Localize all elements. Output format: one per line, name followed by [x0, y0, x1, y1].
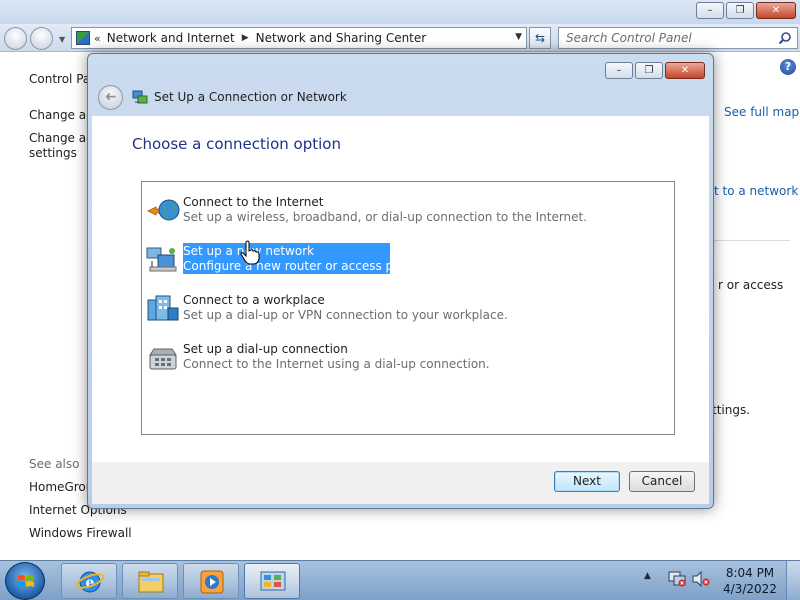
setup-connection-dialog: – ❐ ✕ ➜ Set Up a Connection or Network C…: [87, 53, 714, 509]
clock[interactable]: 8:04 PM 4/3/2022: [722, 565, 778, 597]
windows-explorer-icon: [138, 571, 164, 593]
control-panel-home-link[interactable]: Control Pa: [29, 72, 90, 86]
option-description: Configure a new router or access point.: [183, 258, 420, 274]
recent-pages-dropdown[interactable]: ▼: [59, 35, 65, 44]
control-panel-icon: [260, 571, 286, 591]
dialog-minimize-button[interactable]: –: [605, 62, 633, 79]
option-title: Connect to a workplace: [183, 293, 325, 307]
cancel-button[interactable]: Cancel: [629, 471, 695, 492]
dialog-caption-buttons: – ❐ ✕: [605, 62, 705, 79]
show-desktop-button[interactable]: [786, 561, 800, 600]
option-workplace[interactable]: Connect to a workplace Set up a dial-up …: [146, 292, 508, 326]
router-access-text: r or access: [718, 278, 784, 292]
dialog-back-button[interactable]: ➜: [98, 85, 123, 110]
option-title: Set up a new network: [183, 243, 390, 259]
see-full-map-link[interactable]: See full map: [724, 105, 799, 119]
clock-date: 4/3/2022: [723, 582, 777, 596]
option-title: Set up a dial-up connection: [183, 342, 348, 356]
close-button[interactable]: ✕: [756, 2, 796, 19]
internet-explorer-icon: e: [75, 571, 105, 593]
windows-firewall-link[interactable]: Windows Firewall: [29, 526, 132, 540]
dialog-footer: Next Cancel: [92, 462, 709, 504]
network-computers-icon: [146, 247, 177, 272]
connection-options-list[interactable]: Connect to the Internet Set up a wireles…: [141, 181, 675, 435]
explorer-caption-buttons: – ❐ ✕: [696, 2, 796, 19]
breadcrumb-network-sharing-center[interactable]: Network and Sharing Center: [256, 31, 427, 45]
navigation-bar: ▼ « Network and Internet ▶ Network and S…: [0, 24, 800, 52]
dialog-body: Choose a connection option Connect to th…: [92, 116, 709, 462]
dialog-close-button[interactable]: ✕: [665, 62, 705, 79]
option-title: Connect to the Internet: [183, 195, 324, 209]
help-icon[interactable]: ?: [780, 59, 796, 75]
volume-muted-icon[interactable]: [692, 571, 710, 587]
search-input[interactable]: [559, 28, 769, 48]
address-bar[interactable]: « Network and Internet ▶ Network and Sha…: [71, 27, 527, 49]
search-icon[interactable]: [778, 31, 792, 45]
refresh-button[interactable]: ⇆: [529, 27, 551, 49]
option-connect-internet[interactable]: Connect to the Internet Set up a wireles…: [146, 194, 587, 228]
taskbar: e ▲ 8:04 PM 4/3/2022: [0, 560, 800, 600]
overflow-chevron[interactable]: «: [94, 32, 101, 45]
media-player-icon: [200, 570, 224, 594]
workplace-building-icon: [147, 295, 179, 321]
dialog-maximize-button[interactable]: ❐: [635, 62, 663, 79]
windows-logo-icon: [18, 575, 34, 587]
control-panel-icon: [76, 31, 90, 45]
explorer-titlebar: – ❐ ✕: [0, 0, 800, 24]
start-button[interactable]: [5, 562, 45, 600]
option-description: Connect to the Internet using a dial-up …: [183, 357, 490, 371]
address-dropdown-icon[interactable]: ▼: [515, 32, 522, 42]
change-advanced-link[interactable]: Change ad: [29, 131, 94, 145]
option-description: Set up a wireless, broadband, or dial-up…: [183, 210, 588, 224]
taskbar-control-panel[interactable]: [244, 563, 300, 599]
minimize-button[interactable]: –: [696, 2, 724, 19]
taskbar-windows-explorer[interactable]: [122, 563, 178, 599]
next-button[interactable]: Next: [554, 471, 620, 492]
breadcrumb-network-internet[interactable]: Network and Internet: [107, 31, 235, 45]
hand-cursor-icon: [240, 240, 260, 265]
homegroup-link[interactable]: HomeGrou: [29, 480, 93, 494]
globe-icon: [147, 199, 180, 221]
see-also-heading: See also: [29, 457, 80, 471]
telephone-icon: [149, 348, 177, 370]
back-nav-button[interactable]: [4, 27, 27, 50]
maximize-button[interactable]: ❐: [726, 2, 754, 19]
option-dial-up[interactable]: Set up a dial-up connection Connect to t…: [146, 341, 490, 375]
forward-nav-button[interactable]: [30, 27, 53, 50]
dialog-title: Set Up a Connection or Network: [154, 90, 347, 104]
change-adapter-link[interactable]: Change ad: [29, 108, 94, 122]
connect-to-network-link[interactable]: t to a network: [714, 184, 798, 198]
search-box[interactable]: [558, 27, 798, 49]
option-new-network[interactable]: Set up a new network Configure a new rou…: [146, 243, 446, 277]
page-title: Choose a connection option: [132, 135, 341, 153]
breadcrumb-separator-icon[interactable]: ▶: [242, 33, 249, 43]
taskbar-media-player[interactable]: [183, 563, 239, 599]
taskbar-internet-explorer[interactable]: e: [61, 563, 117, 599]
settings-text: ttings.: [712, 403, 751, 417]
clock-time: 8:04 PM: [725, 566, 775, 580]
right-divider: [712, 240, 790, 241]
show-hidden-icons-icon[interactable]: ▲: [644, 571, 651, 581]
change-advanced-link-line2[interactable]: settings: [29, 146, 77, 160]
network-setup-icon: [132, 90, 148, 104]
network-status-icon[interactable]: [668, 571, 686, 587]
dialog-header: ➜ Set Up a Connection or Network: [92, 82, 709, 114]
option-description: Set up a dial-up or VPN connection to yo…: [183, 308, 508, 322]
